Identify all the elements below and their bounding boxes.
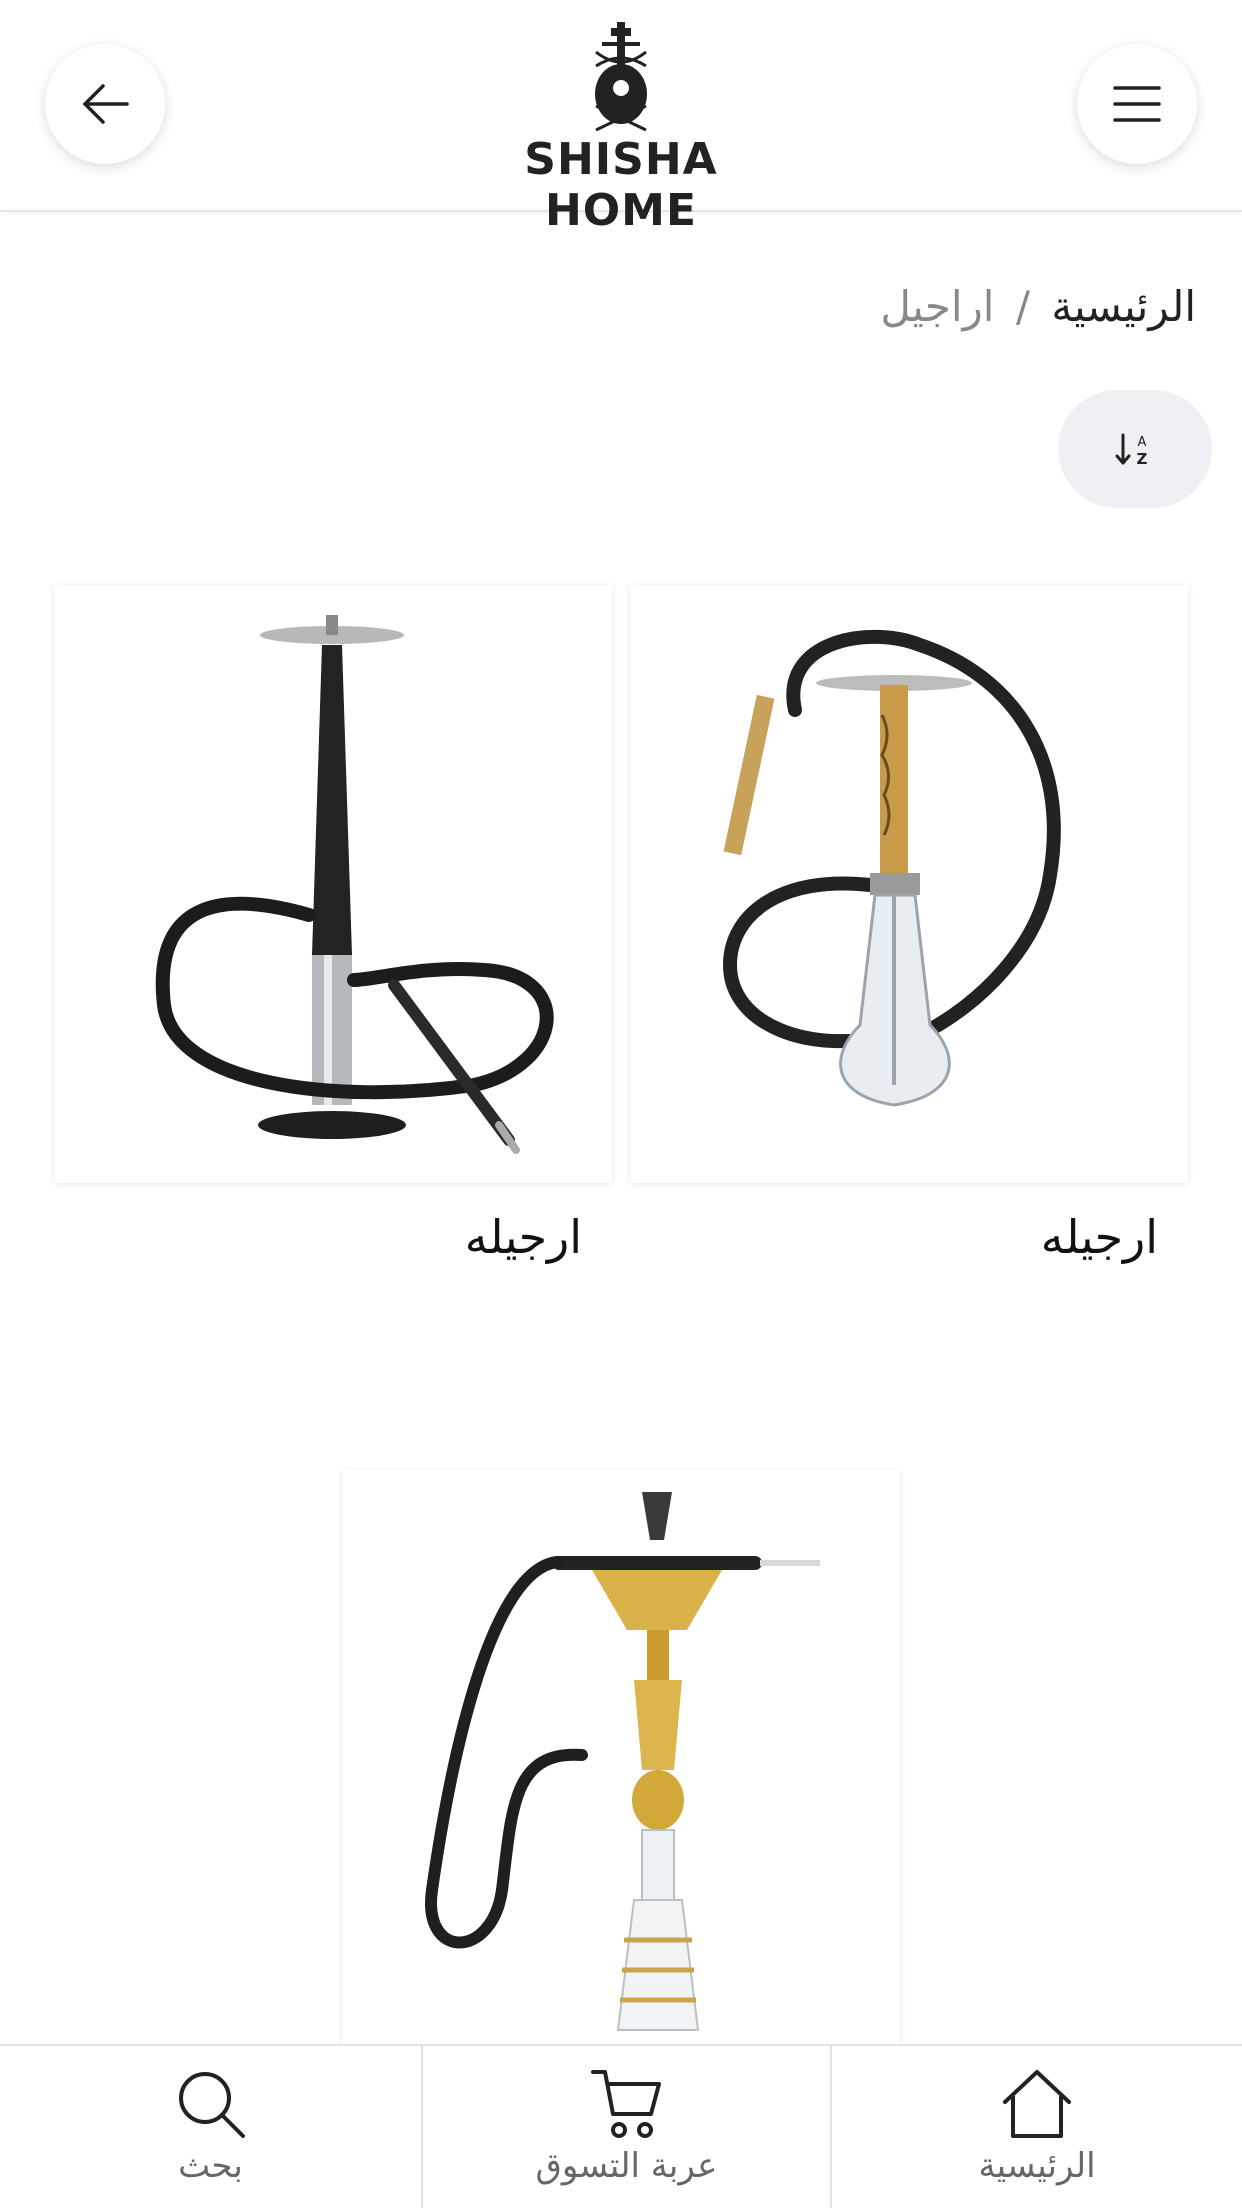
sort-button[interactable]: A Z xyxy=(1058,390,1212,508)
search-icon xyxy=(178,2072,245,2138)
breadcrumb-home-link[interactable]: الرئيسية xyxy=(1051,282,1196,331)
nav-cart[interactable]: عربة التسوق xyxy=(421,2046,830,2208)
breadcrumb-current: اراجيل xyxy=(880,282,995,331)
nav-home[interactable]: الرئيسية xyxy=(830,2046,1242,2208)
svg-text:A: A xyxy=(1138,435,1147,450)
home-icon xyxy=(1003,2070,1071,2138)
breadcrumb: الرئيسية / اراجيل xyxy=(880,282,1196,331)
hamburger-menu-icon xyxy=(1113,86,1161,122)
menu-button[interactable] xyxy=(1077,44,1197,164)
product-image[interactable] xyxy=(630,585,1188,1183)
product-card[interactable]: ارجيله xyxy=(630,585,1188,1265)
product-name[interactable]: ارجيله xyxy=(1041,1210,1158,1264)
svg-text:Z: Z xyxy=(1137,450,1148,468)
nav-search-label: بحث xyxy=(178,2146,243,2186)
nav-cart-label: عربة التسوق xyxy=(535,2146,718,2186)
hookah-image xyxy=(425,1492,820,2031)
back-button[interactable] xyxy=(45,44,165,164)
sort-alpha-icon: A Z xyxy=(1115,433,1148,468)
product-card[interactable] xyxy=(342,1470,900,2044)
nav-home-label: الرئيسية xyxy=(978,2146,1096,2186)
logo-text: SHISHA HOME xyxy=(524,134,718,236)
product-image[interactable] xyxy=(342,1470,900,2044)
arrow-left-icon xyxy=(83,84,129,124)
product-card[interactable]: ارجيله xyxy=(54,585,612,1265)
bottom-navigation: بحث عربة التسوق الرئيسية xyxy=(0,2044,1242,2208)
breadcrumb-separator: / xyxy=(1015,282,1030,331)
hookah-image xyxy=(155,615,554,1154)
hookah-logo-icon xyxy=(595,22,647,132)
product-name[interactable]: ارجيله xyxy=(465,1210,582,1264)
cart-icon xyxy=(590,2070,661,2138)
product-image[interactable] xyxy=(54,585,612,1183)
nav-search[interactable]: بحث xyxy=(0,2046,421,2208)
hookah-image xyxy=(722,629,1061,1107)
shisha-home-logo[interactable]: SHISHA HOME xyxy=(470,22,772,236)
app-header: SHISHA HOME xyxy=(0,0,1242,236)
